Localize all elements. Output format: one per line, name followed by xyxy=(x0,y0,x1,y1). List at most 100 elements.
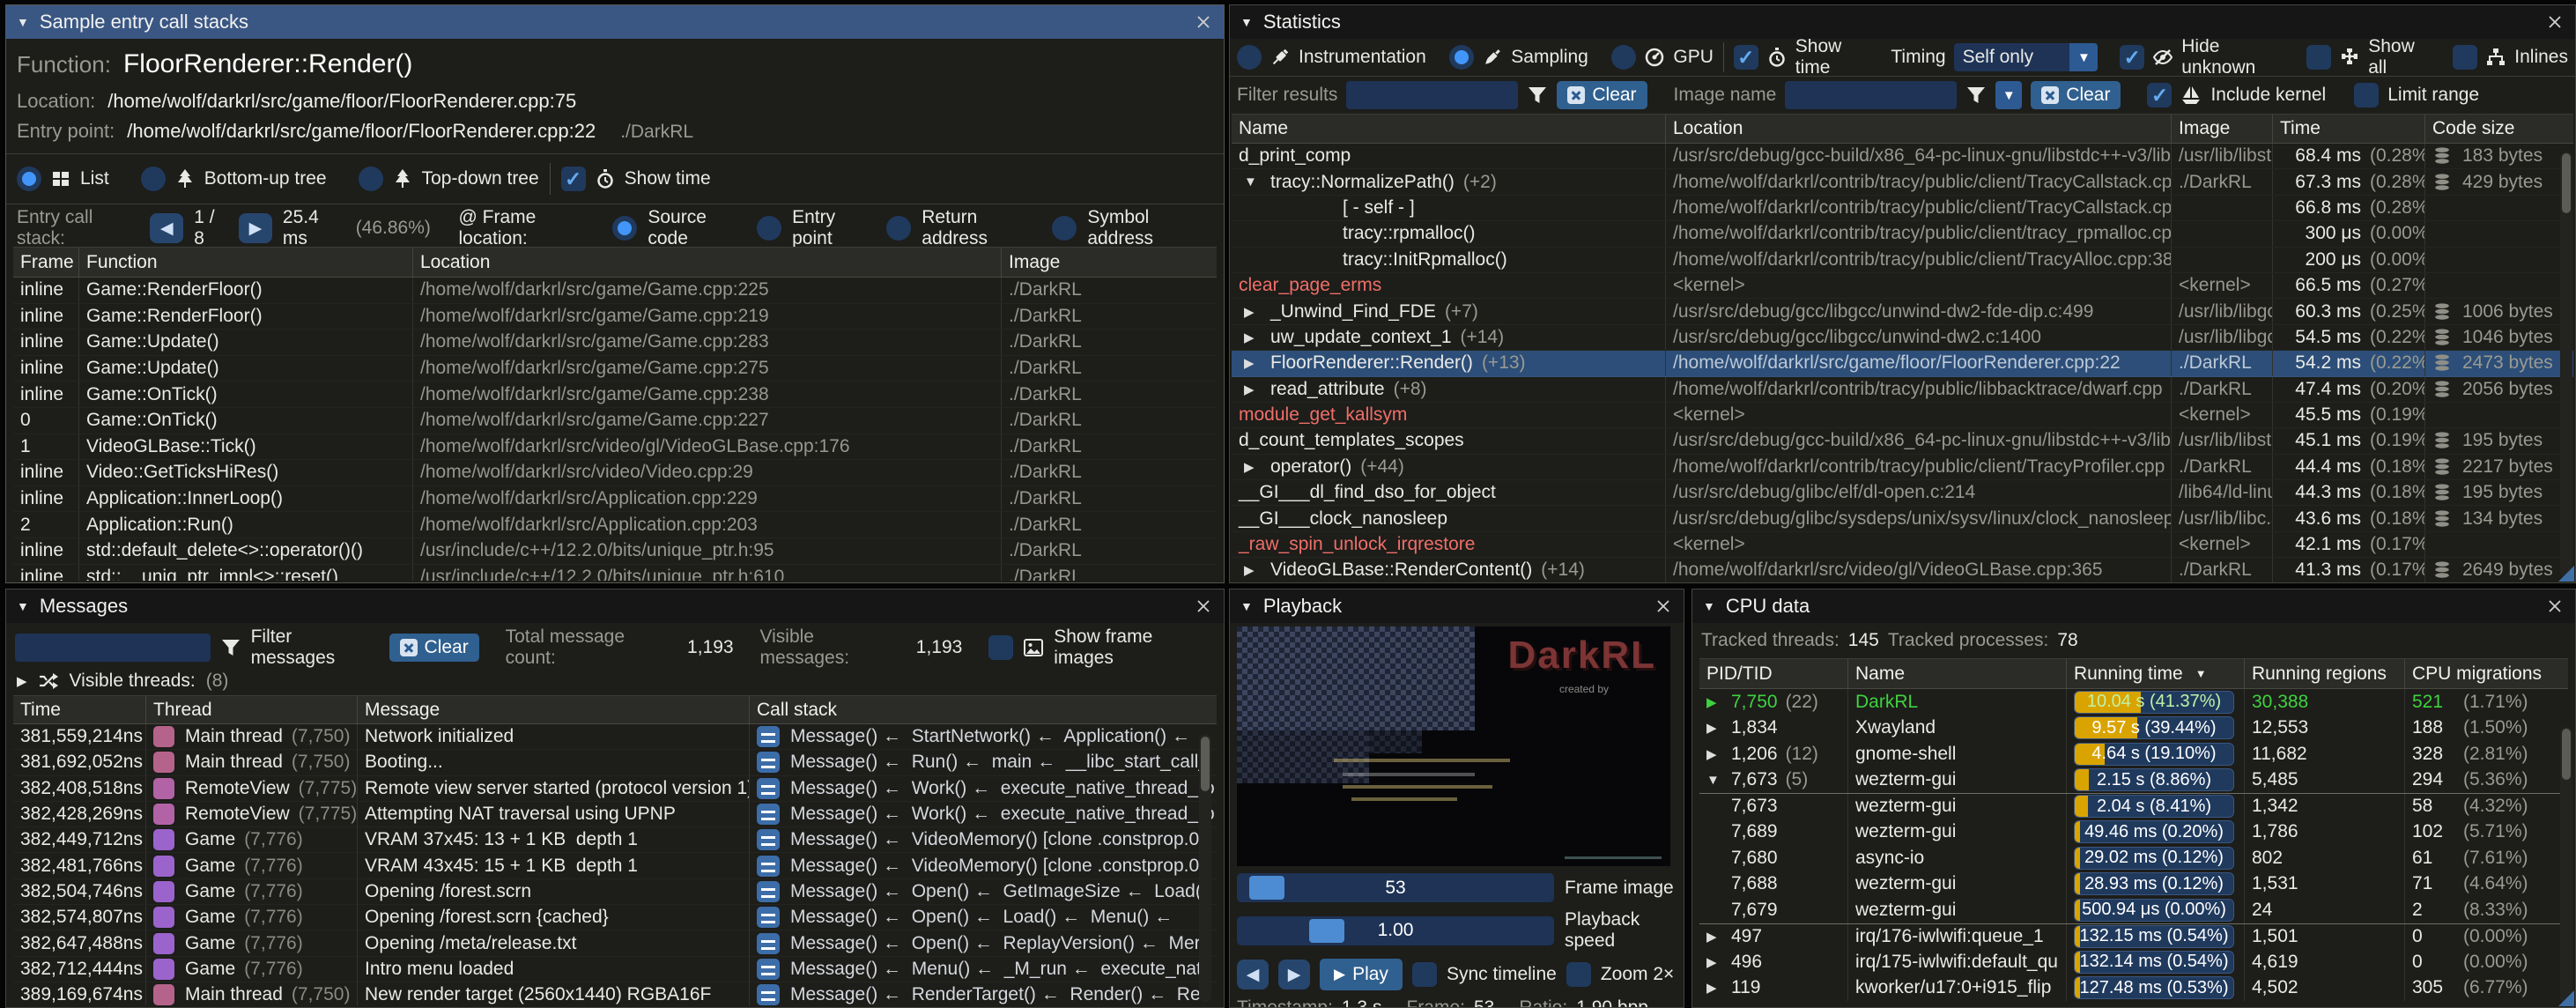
col-cpu-migrations[interactable]: CPU migrations xyxy=(2404,659,2568,688)
table-row[interactable]: 2 Application::Run() /home/wolf/darkrl/s… xyxy=(13,512,1217,538)
clear-image-filter-button[interactable]: Clear xyxy=(2031,81,2121,109)
table-row[interactable]: ▶FloorRenderer::Render()(+13) /home/wolf… xyxy=(1232,351,2573,376)
scrollbar[interactable] xyxy=(2560,727,2572,1004)
collapse-icon[interactable]: ▼ xyxy=(17,15,29,29)
filter-results-input[interactable] xyxy=(1346,81,1518,109)
call-stack-list-icon[interactable] xyxy=(757,804,780,825)
expand-arrow-icon[interactable]: ▶ xyxy=(1706,746,1731,762)
table-row[interactable]: _raw_spin_unlock_irqrestore <kernel> <ke… xyxy=(1232,532,2573,558)
expand-arrow-icon[interactable]: ▶ xyxy=(17,673,27,689)
play-button[interactable]: ▶Play xyxy=(1320,959,1403,990)
table-row[interactable]: module_get_kallsym <kernel> <kernel> 45.… xyxy=(1232,403,2573,428)
table-row[interactable]: 382,574,807ns Game(7,776) Opening /fores… xyxy=(13,905,1217,930)
radio-list[interactable] xyxy=(17,167,41,191)
table-row[interactable]: 389,169,674ns Main thread(7,750) New ren… xyxy=(13,982,1217,1005)
image-name-input[interactable] xyxy=(1785,81,1957,109)
radio-return-address[interactable] xyxy=(886,216,911,241)
table-row[interactable]: inline Application::InnerLoop() /home/wo… xyxy=(13,486,1217,513)
col-frame[interactable]: Frame xyxy=(13,248,78,277)
scrollbar-thumb[interactable] xyxy=(2562,153,2571,213)
close-icon[interactable] xyxy=(2547,13,2565,31)
col-running-regions[interactable]: Running regions xyxy=(2244,659,2404,688)
radio-bottom-up-tree[interactable] xyxy=(141,167,166,191)
checkbox-show-time[interactable]: ✓ xyxy=(1734,45,1758,70)
table-row[interactable]: inline Game::RenderFloor() /home/wolf/da… xyxy=(13,278,1217,304)
table-row[interactable]: inline Game::OnTick() /home/wolf/darkrl/… xyxy=(13,382,1217,408)
expand-arrow-icon[interactable]: ▶ xyxy=(1244,562,1270,578)
checkbox-show-all[interactable] xyxy=(2306,45,2331,70)
scrollbar[interactable] xyxy=(1199,734,1211,1002)
table-row[interactable]: 382,481,766ns Game(7,776) VRAM 43x45: 15… xyxy=(13,853,1217,878)
radio-top-down-tree[interactable] xyxy=(359,167,383,191)
table-row[interactable]: ▶read_attribute(+8) /home/wolf/darkrl/co… xyxy=(1232,377,2573,403)
close-icon[interactable] xyxy=(1195,597,1213,615)
col-thread[interactable]: Thread xyxy=(145,696,357,723)
checkbox-include-kernel[interactable]: ✓ xyxy=(2147,83,2172,107)
step-forward-button[interactable]: ▶ xyxy=(1278,960,1310,989)
table-row[interactable]: tracy::InitRpmalloc() /home/wolf/darkrl/… xyxy=(1232,248,2573,273)
table-row[interactable]: __GI___clock_nanosleep /usr/src/debug/gl… xyxy=(1232,506,2573,531)
playback-speed-slider[interactable]: 1.00 xyxy=(1237,916,1554,945)
expand-arrow-icon[interactable]: ▶ xyxy=(1244,355,1270,371)
checkbox-hide-unknown[interactable]: ✓ xyxy=(2120,45,2144,70)
clear-filter-button[interactable]: Clear xyxy=(1557,81,1647,109)
col-location[interactable]: Location xyxy=(1665,115,2171,143)
table-row[interactable]: ▶uw_update_context_1(+14) /usr/src/debug… xyxy=(1232,325,2573,351)
clear-messages-filter-button[interactable]: Clear xyxy=(389,634,479,662)
table-row[interactable]: ▶497 irq/176-iwlwifi:queue_1 132.15 ms (… xyxy=(1699,923,2568,950)
table-row[interactable]: 382,647,488ns Game(7,776) Opening /meta/… xyxy=(13,930,1217,956)
call-stack-list-icon[interactable] xyxy=(757,907,780,928)
checkbox-show-frame-images[interactable] xyxy=(988,635,1013,660)
collapse-icon[interactable]: ▼ xyxy=(1240,15,1253,29)
table-row[interactable]: clear_page_erms <kernel> <kernel> 66.5 m… xyxy=(1232,273,2573,299)
table-row[interactable]: inline std::default_delete<>::operator()… xyxy=(13,538,1217,565)
call-stack-list-icon[interactable] xyxy=(757,933,780,954)
call-stack-list-icon[interactable] xyxy=(757,959,780,980)
close-icon[interactable] xyxy=(1195,13,1213,31)
checkbox-zoom-2x[interactable] xyxy=(1566,962,1591,987)
call-stack-list-icon[interactable] xyxy=(757,984,780,1005)
collapse-icon[interactable]: ▼ xyxy=(1703,599,1715,613)
radio-entry-point[interactable] xyxy=(757,216,781,241)
expand-arrow-icon[interactable]: ▶ xyxy=(1244,459,1270,475)
resize-grip[interactable] xyxy=(2558,566,2574,582)
resize-grip[interactable] xyxy=(2558,990,2574,1006)
message-filter-input[interactable] xyxy=(15,634,211,662)
expand-arrow-icon[interactable]: ▶ xyxy=(1706,980,1731,996)
radio-gpu[interactable] xyxy=(1611,45,1636,70)
table-row[interactable]: 7,673 wezterm-gui 2.04 s (8.41%) 1,342 5… xyxy=(1699,793,2568,819)
table-row[interactable]: ▶1,834 Xwayland 9.57 s (39.44%) 12,553 1… xyxy=(1699,715,2568,742)
expand-arrow-icon[interactable]: ▶ xyxy=(1244,304,1270,320)
col-location[interactable]: Location xyxy=(412,248,1001,277)
expand-arrow-icon[interactable]: ▶ xyxy=(1706,929,1731,945)
table-row[interactable]: ▼7,673(5) wezterm-gui 2.15 s (8.86%) 5,4… xyxy=(1699,767,2568,794)
radio-source-code[interactable] xyxy=(612,216,637,241)
frame-image-slider[interactable]: 53 xyxy=(1237,873,1554,902)
frame-image-preview[interactable]: DarkRL created by xyxy=(1237,626,1670,866)
table-row[interactable]: 382,504,746ns Game(7,776) Opening /fores… xyxy=(13,879,1217,905)
col-code-size[interactable]: Code size xyxy=(2424,115,2573,143)
radio-instrumentation[interactable] xyxy=(1237,45,1262,70)
call-stack-list-icon[interactable] xyxy=(757,726,780,747)
table-row[interactable]: 7,689 wezterm-gui 49.46 ms (0.20%) 1,786… xyxy=(1699,819,2568,846)
col-image[interactable]: Image xyxy=(1001,248,1217,277)
table-row[interactable]: ▶496 irq/175-iwlwifi:default_qu 132.14 m… xyxy=(1699,949,2568,975)
table-row[interactable]: ▶operator()(+44) /home/wolf/darkrl/contr… xyxy=(1232,455,2573,480)
prev-stack-button[interactable]: ◀ xyxy=(150,213,183,243)
table-row[interactable]: 381,559,214ns Main thread(7,750) Network… xyxy=(13,724,1217,750)
expand-arrow-icon[interactable]: ▶ xyxy=(1244,330,1270,345)
table-row[interactable]: 7,679 wezterm-gui 500.94 μs (0.00%) 24 2… xyxy=(1699,897,2568,923)
timing-dropdown[interactable]: Self only▼ xyxy=(1954,43,2099,71)
expand-arrow-icon[interactable]: ▼ xyxy=(1706,773,1731,788)
col-name[interactable]: Name xyxy=(1847,659,2066,688)
table-row[interactable]: inline Game::Update() /home/wolf/darkrl/… xyxy=(13,330,1217,356)
col-pid-tid[interactable]: PID/TID xyxy=(1699,659,1847,688)
table-row[interactable]: ▶7,750(22) DarkRL 10.04 s (41.37%) 30,38… xyxy=(1699,689,2568,715)
expand-arrow-icon[interactable]: ▶ xyxy=(1706,954,1731,970)
table-row[interactable]: tracy::rpmalloc() /home/wolf/darkrl/cont… xyxy=(1232,221,2573,247)
collapse-icon[interactable]: ▼ xyxy=(1240,599,1253,613)
table-row[interactable]: inline std::__uniq_ptr_impl<>::reset() /… xyxy=(13,565,1217,581)
scrollbar-thumb[interactable] xyxy=(1201,737,1210,791)
col-time[interactable]: Time xyxy=(13,696,145,723)
table-row[interactable]: 382,449,712ns Game(7,776) VRAM 37x45: 13… xyxy=(13,827,1217,853)
